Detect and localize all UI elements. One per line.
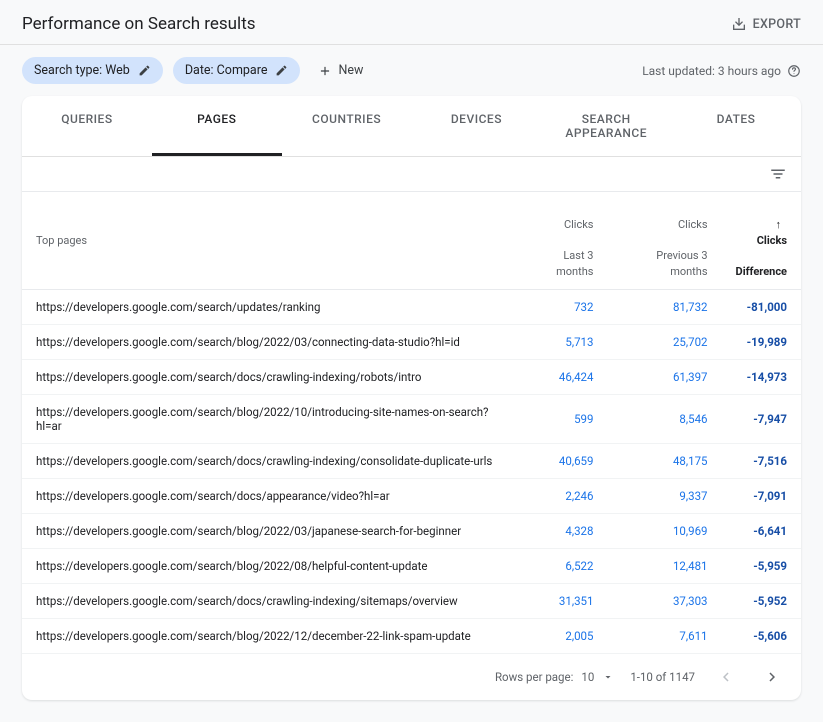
cell-diff: -5,952 [722,583,801,618]
dropdown-icon [602,671,614,683]
table-row[interactable]: https://developers.google.com/search/doc… [22,583,801,618]
cell-url: https://developers.google.com/search/blo… [22,618,513,653]
tab-devices[interactable]: DEVICES [411,96,541,156]
plus-icon [318,64,332,78]
col-diff[interactable]: ↑ Clicks Difference [722,192,801,289]
rows-per-page-value: 10 [581,670,594,684]
cell-url: https://developers.google.com/search/blo… [22,394,513,443]
table-row[interactable]: https://developers.google.com/search/upd… [22,289,801,324]
cell-url: https://developers.google.com/search/doc… [22,359,513,394]
table-row[interactable]: https://developers.google.com/search/doc… [22,478,801,513]
cell-diff: -6,641 [722,513,801,548]
results-table: Top pages Clicks Last 3 months Clicks Pr… [22,192,801,654]
cell-last3: 599 [513,394,608,443]
cell-prev3: 10,969 [607,513,721,548]
new-label: New [338,63,363,78]
chip-label: Date: Compare [185,63,268,78]
add-filter-button[interactable]: New [310,57,371,84]
cell-last3: 40,659 [513,443,608,478]
rows-per-page[interactable]: Rows per page: 10 [495,670,614,684]
filter-chips: Search type: Web Date: Compare New [22,57,371,84]
table-row[interactable]: https://developers.google.com/search/blo… [22,394,801,443]
table-row[interactable]: https://developers.google.com/search/doc… [22,443,801,478]
table-row[interactable]: https://developers.google.com/search/blo… [22,513,801,548]
cell-last3: 5,713 [513,324,608,359]
cell-prev3: 7,611 [607,618,721,653]
cell-prev3: 12,481 [607,548,721,583]
col-top-pages[interactable]: Top pages [22,192,513,289]
table-row[interactable]: https://developers.google.com/search/doc… [22,359,801,394]
table-row[interactable]: https://developers.google.com/search/blo… [22,324,801,359]
filter-bar: Search type: Web Date: Compare New Last … [0,45,823,96]
cell-url: https://developers.google.com/search/blo… [22,548,513,583]
cell-prev3: 37,303 [607,583,721,618]
cell-prev3: 25,702 [607,324,721,359]
export-button[interactable]: EXPORT [731,16,801,32]
cell-prev3: 48,175 [607,443,721,478]
cell-diff: -14,973 [722,359,801,394]
filter-icon[interactable] [769,165,787,183]
cell-last3: 31,351 [513,583,608,618]
cell-url: https://developers.google.com/search/blo… [22,513,513,548]
page-title: Performance on Search results [22,14,256,34]
pagination-range: 1-10 of 1147 [630,670,695,684]
cell-prev3: 8,546 [607,394,721,443]
last-updated: Last updated: 3 hours ago [642,64,801,78]
cell-diff: -7,516 [722,443,801,478]
tabs: QUERIESPAGESCOUNTRIESDEVICESSEARCH APPEA… [22,96,801,157]
rows-per-page-label: Rows per page: [495,670,573,684]
pencil-icon [275,64,288,77]
cell-last3: 6,522 [513,548,608,583]
cell-url: https://developers.google.com/search/blo… [22,324,513,359]
last-updated-text: Last updated: 3 hours ago [642,64,781,78]
cell-prev3: 61,397 [607,359,721,394]
table-toolbar [22,157,801,192]
export-label: EXPORT [753,17,801,32]
cell-last3: 46,424 [513,359,608,394]
cell-diff: -5,606 [722,618,801,653]
pencil-icon [138,64,151,77]
table-row[interactable]: https://developers.google.com/search/blo… [22,618,801,653]
date-chip[interactable]: Date: Compare [173,57,301,84]
chip-label: Search type: Web [34,63,130,78]
pagination: Rows per page: 10 1-10 of 1147 [22,654,801,700]
cell-url: https://developers.google.com/search/doc… [22,583,513,618]
tab-pages[interactable]: PAGES [152,96,282,156]
sort-ascending-icon: ↑ [776,217,782,232]
cell-last3: 2,246 [513,478,608,513]
tab-queries[interactable]: QUERIES [22,96,152,156]
cell-diff: -5,959 [722,548,801,583]
prev-page-button[interactable] [711,664,741,690]
cell-last3: 732 [513,289,608,324]
cell-url: https://developers.google.com/search/doc… [22,443,513,478]
tab-countries[interactable]: COUNTRIES [282,96,412,156]
next-page-button[interactable] [757,664,787,690]
cell-last3: 2,005 [513,618,608,653]
tab-search-appearance[interactable]: SEARCH APPEARANCE [541,96,671,156]
header-bar: Performance on Search results EXPORT [0,0,823,44]
cell-last3: 4,328 [513,513,608,548]
cell-diff: -81,000 [722,289,801,324]
cell-diff: -7,947 [722,394,801,443]
cell-url: https://developers.google.com/search/upd… [22,289,513,324]
cell-prev3: 9,337 [607,478,721,513]
help-icon[interactable] [787,64,801,78]
cell-url: https://developers.google.com/search/doc… [22,478,513,513]
cell-prev3: 81,732 [607,289,721,324]
tab-dates[interactable]: DATES [671,96,801,156]
download-icon [731,16,747,32]
search-type-chip[interactable]: Search type: Web [22,57,163,84]
table-row[interactable]: https://developers.google.com/search/blo… [22,548,801,583]
cell-diff: -7,091 [722,478,801,513]
col-last3[interactable]: Clicks Last 3 months [513,192,608,289]
col-prev3[interactable]: Clicks Previous 3 months [607,192,721,289]
cell-diff: -19,989 [722,324,801,359]
main-card: QUERIESPAGESCOUNTRIESDEVICESSEARCH APPEA… [22,96,801,700]
